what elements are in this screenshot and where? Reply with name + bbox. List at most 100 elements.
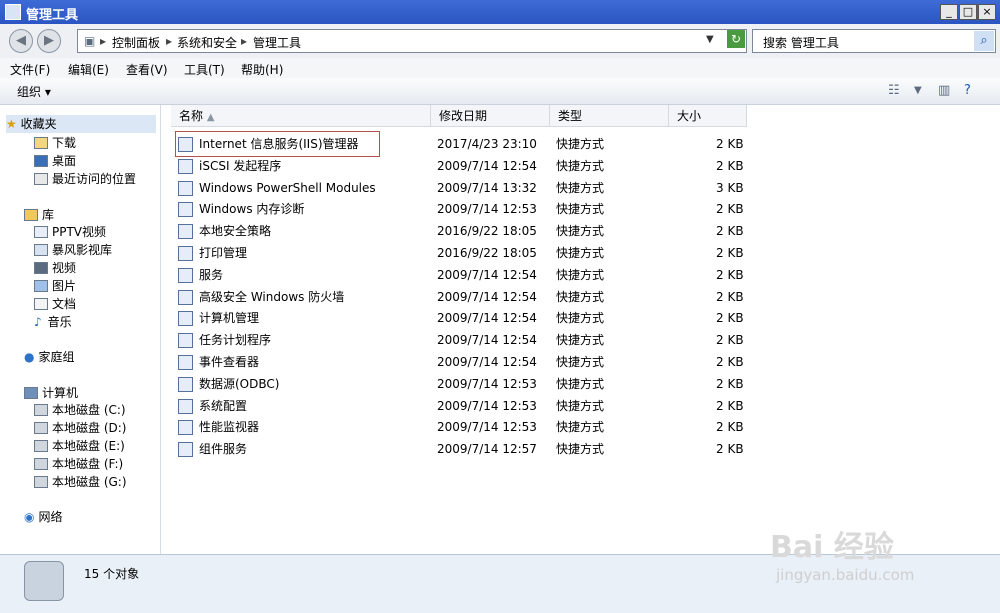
menu-file[interactable]: 文件(F) [10, 61, 50, 78]
file-name: 高级安全 Windows 防火墙 [199, 289, 345, 304]
nav-music-label: 音乐 [47, 315, 72, 329]
nav-library[interactable]: 库 [24, 206, 54, 224]
menu-help[interactable]: 帮助(H) [241, 61, 283, 78]
file-type: 快捷方式 [556, 289, 605, 304]
search-input[interactable]: 搜索 管理工具 ⌕ [752, 29, 996, 53]
file-row[interactable]: 组件服务 2009/7/14 12:57 快捷方式 2 KB [161, 439, 744, 460]
nav-music[interactable]: ♪ 音乐 [34, 313, 72, 331]
nav-drive-e-label: 本地磁盘 (E:) [52, 439, 125, 453]
menu-edit[interactable]: 编辑(E) [68, 61, 109, 78]
drive-icon [34, 404, 48, 416]
file-row[interactable]: Windows 内存诊断 2009/7/14 12:53 快捷方式 2 KB [161, 199, 744, 220]
column-header-name[interactable]: 名称 ▲ [171, 105, 431, 127]
shortcut-icon [178, 376, 193, 392]
file-size: 2 KB [716, 420, 744, 435]
file-row[interactable]: 本地安全策略 2016/9/22 18:05 快捷方式 2 KB [161, 221, 744, 242]
file-row[interactable]: iSCSI 发起程序 2009/7/14 12:54 快捷方式 2 KB [161, 156, 744, 177]
nav-homegroup[interactable]: ● 家庭组 [24, 348, 75, 366]
file-row[interactable]: 服务 2009/7/14 12:54 快捷方式 2 KB [161, 265, 744, 286]
breadcrumb-system-security[interactable]: 系统和安全 [177, 34, 237, 51]
address-field[interactable]: ▣ ▸ 控制面板 ▸ 系统和安全 ▸ 管理工具 ▼ [77, 29, 747, 53]
music-icon: ♪ [34, 315, 42, 329]
file-row[interactable]: 数据源(ODBC) 2009/7/14 12:53 快捷方式 2 KB [161, 374, 744, 395]
file-type: 快捷方式 [556, 158, 605, 173]
file-date: 2016/9/22 18:05 [437, 224, 537, 239]
file-row[interactable]: Windows PowerShell Modules 2009/7/14 13:3… [161, 178, 744, 199]
desktop-icon [34, 155, 48, 167]
file-type: 快捷方式 [556, 398, 605, 413]
column-header-type[interactable]: 类型 [550, 105, 669, 127]
breadcrumb-admin-tools[interactable]: 管理工具 [253, 34, 301, 51]
shortcut-icon [178, 420, 193, 436]
nav-recent[interactable]: 最近访问的位置 [34, 170, 136, 188]
file-type: 快捷方式 [556, 376, 605, 391]
file-date: 2009/7/14 12:54 [437, 289, 537, 304]
shortcut-icon [178, 246, 193, 261]
file-type: 快捷方式 [556, 311, 605, 326]
nav-pptv[interactable]: PPTV视频 [34, 223, 106, 241]
nav-network[interactable]: ◉ 网络 [24, 508, 63, 526]
nav-documents[interactable]: 文档 [34, 295, 76, 313]
column-header-date[interactable]: 修改日期 [431, 105, 550, 127]
file-date: 2009/7/14 12:57 [437, 442, 537, 457]
help-icon[interactable]: ? [964, 83, 971, 98]
file-date: 2009/7/14 13:32 [437, 180, 537, 195]
nav-drive-c[interactable]: 本地磁盘 (C:) [34, 401, 126, 419]
file-size: 2 KB [716, 158, 744, 173]
nav-favorites[interactable]: ★ 收藏夹 [6, 115, 156, 133]
shortcut-icon [178, 267, 193, 283]
preview-pane-icon[interactable]: ▥ [938, 83, 950, 98]
nav-pictures[interactable]: 图片 [34, 277, 76, 295]
file-row[interactable]: 事件查看器 2009/7/14 12:54 快捷方式 2 KB [161, 352, 744, 373]
view-options-icon[interactable]: ☷ [888, 83, 900, 98]
nav-computer-label: 计算机 [42, 386, 79, 400]
refresh-icon[interactable]: ↻ [727, 30, 745, 48]
nav-drive-e[interactable]: 本地磁盘 (E:) [34, 437, 125, 455]
nav-baofeng[interactable]: 暴风影视库 [34, 241, 112, 259]
shortcut-icon [178, 355, 193, 370]
back-button[interactable]: ◀ [9, 29, 33, 53]
organize-button[interactable]: 组织 ▾ [17, 83, 51, 100]
file-type: 快捷方式 [556, 137, 605, 151]
nav-drive-d[interactable]: 本地磁盘 (D:) [34, 419, 126, 437]
breadcrumb-control-panel[interactable]: 控制面板 [112, 34, 160, 51]
nav-desktop[interactable]: 桌面 [34, 152, 76, 170]
file-name: 本地安全策略 [199, 224, 272, 239]
close-button[interactable]: × [978, 4, 996, 20]
file-row[interactable]: 任务计划程序 2009/7/14 12:54 快捷方式 2 KB [161, 330, 744, 351]
nav-drive-g[interactable]: 本地磁盘 (G:) [34, 473, 127, 491]
file-row[interactable]: 高级安全 Windows 防火墙 2009/7/14 12:54 快捷方式 2 KB [161, 287, 744, 308]
file-row[interactable]: 计算机管理 2009/7/14 12:54 快捷方式 2 KB [161, 308, 744, 329]
file-name: 计算机管理 [199, 311, 260, 326]
breadcrumb-separator-icon: ▸ [166, 34, 173, 48]
column-header-size[interactable]: 大小 [669, 105, 747, 127]
file-date: 2009/7/14 12:54 [437, 158, 537, 173]
minimize-button[interactable]: _ [940, 4, 958, 20]
file-row[interactable]: 打印管理 2016/9/22 18:05 快捷方式 2 KB [161, 243, 744, 264]
file-date: 2009/7/14 12:54 [437, 355, 537, 369]
menu-view[interactable]: 查看(V) [126, 61, 168, 78]
file-size: 2 KB [716, 137, 744, 151]
chevron-down-icon[interactable]: ▼ [914, 85, 922, 96]
menu-bar: 文件(F) 编辑(E) 查看(V) 工具(T) 帮助(H) [0, 58, 1000, 78]
menu-tools[interactable]: 工具(T) [184, 61, 225, 78]
file-type: 快捷方式 [556, 246, 605, 260]
nav-videos[interactable]: 视频 [34, 259, 76, 277]
file-row[interactable]: 性能监视器 2009/7/14 12:53 快捷方式 2 KB [161, 417, 744, 438]
nav-baofeng-label: 暴风影视库 [52, 243, 113, 257]
file-row[interactable]: Internet 信息服务(IIS)管理器 2017/4/23 23:10 快捷方式… [161, 134, 744, 155]
file-date: 2009/7/14 12:53 [437, 202, 537, 217]
column-type-label: 类型 [558, 109, 583, 123]
library-icon [24, 209, 38, 221]
nav-downloads[interactable]: 下载 [34, 134, 76, 152]
nav-drive-f[interactable]: 本地磁盘 (F:) [34, 455, 123, 473]
file-row[interactable]: 系统配置 2009/7/14 12:53 快捷方式 2 KB [161, 396, 744, 417]
sort-ascending-icon: ▲ [206, 112, 215, 123]
search-icon[interactable]: ⌕ [974, 31, 994, 51]
nav-downloads-label: 下载 [52, 136, 77, 150]
chevron-down-icon[interactable]: ▼ [706, 34, 714, 45]
file-size: 3 KB [716, 180, 744, 195]
nav-computer[interactable]: 计算机 [24, 384, 78, 402]
maximize-button[interactable]: □ [959, 4, 977, 20]
forward-button[interactable]: ▶ [37, 29, 61, 53]
